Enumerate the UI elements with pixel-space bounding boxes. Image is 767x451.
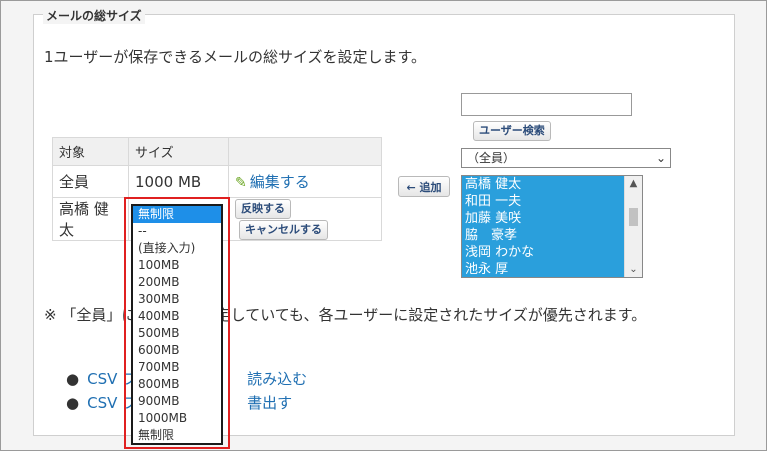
csv-export-link-tail[interactable]: 書出す	[247, 394, 292, 412]
dropdown-option[interactable]: 600MB	[133, 342, 221, 359]
dropdown-option[interactable]: 500MB	[133, 325, 221, 342]
user-search-input[interactable]	[461, 93, 632, 116]
user-list[interactable]: 高橋 健太 和田 一夫 加藤 美咲 脇 豪孝 浅岡 わかな 池永 厚 ▲ ⌄	[461, 175, 643, 278]
group-select[interactable]: （全員） ⌄	[461, 148, 671, 168]
scroll-down-icon[interactable]: ⌄	[625, 264, 642, 275]
section-legend: メールの総サイズ	[43, 7, 145, 24]
add-button[interactable]: ← 追加	[398, 176, 450, 197]
user-search-button[interactable]: ユーザー検索	[473, 121, 551, 141]
list-item[interactable]: 脇 豪孝	[462, 227, 625, 244]
intro-text: 1ユーザーが保存できるメールの総サイズを設定します。	[44, 48, 426, 66]
edit-label[interactable]: 編集する	[250, 173, 310, 191]
group-select-value: （全員）	[467, 151, 516, 165]
list-item[interactable]: 和田 一夫	[462, 193, 625, 210]
row-actions: 反映する キャンセルする	[228, 197, 382, 241]
header-action	[228, 137, 382, 166]
chevron-down-icon: ⌄	[655, 151, 666, 165]
user-list-scrollbar[interactable]: ▲ ⌄	[624, 176, 642, 277]
list-item[interactable]: 池永 厚	[462, 261, 625, 277]
list-item[interactable]: 加藤 美咲	[462, 210, 625, 227]
table-row: 全員 1000 MB ✎ 編集する	[52, 165, 382, 198]
list-item[interactable]: 高橋 健太	[462, 176, 625, 193]
csv-import-link-tail[interactable]: 読み込む	[247, 370, 307, 388]
cancel-button[interactable]: キャンセルする	[239, 220, 328, 240]
dropdown-option[interactable]: (直接入力)	[133, 240, 221, 257]
pencil-icon: ✎	[235, 175, 247, 191]
row-size: 1000 MB	[128, 165, 229, 198]
header-size: サイズ	[128, 137, 229, 166]
dropdown-option[interactable]: 1000MB	[133, 410, 221, 427]
user-items: 高橋 健太 和田 一夫 加藤 美咲 脇 豪孝 浅岡 わかな 池永 厚	[462, 176, 625, 277]
list-item[interactable]: 浅岡 わかな	[462, 244, 625, 261]
row-target: 高橋 健太	[52, 197, 129, 241]
dropdown-option[interactable]: 900MB	[133, 393, 221, 410]
dropdown-option[interactable]: --	[133, 223, 221, 240]
apply-button[interactable]: 反映する	[235, 199, 291, 219]
dropdown-option[interactable]: 800MB	[133, 376, 221, 393]
header-target: 対象	[52, 137, 129, 166]
row-target: 全員	[52, 165, 129, 198]
scroll-up-icon[interactable]: ▲	[625, 178, 642, 189]
dropdown-option[interactable]: 300MB	[133, 291, 221, 308]
size-dropdown-list[interactable]: 無制限 -- (直接入力) 100MB 200MB 300MB 400MB 50…	[131, 204, 223, 445]
bullet-icon: ●	[66, 394, 80, 412]
dropdown-option[interactable]: 100MB	[133, 257, 221, 274]
dropdown-option[interactable]: 200MB	[133, 274, 221, 291]
dropdown-option[interactable]: 700MB	[133, 359, 221, 376]
edit-link[interactable]: ✎ 編集する	[228, 165, 382, 198]
scroll-thumb[interactable]	[629, 208, 638, 226]
dropdown-option[interactable]: 無制限	[133, 206, 221, 223]
dropdown-option[interactable]: 無制限	[133, 427, 221, 444]
bullet-icon: ●	[66, 370, 80, 388]
dropdown-option[interactable]: 400MB	[133, 308, 221, 325]
table-header-row: 対象 サイズ	[52, 137, 382, 166]
